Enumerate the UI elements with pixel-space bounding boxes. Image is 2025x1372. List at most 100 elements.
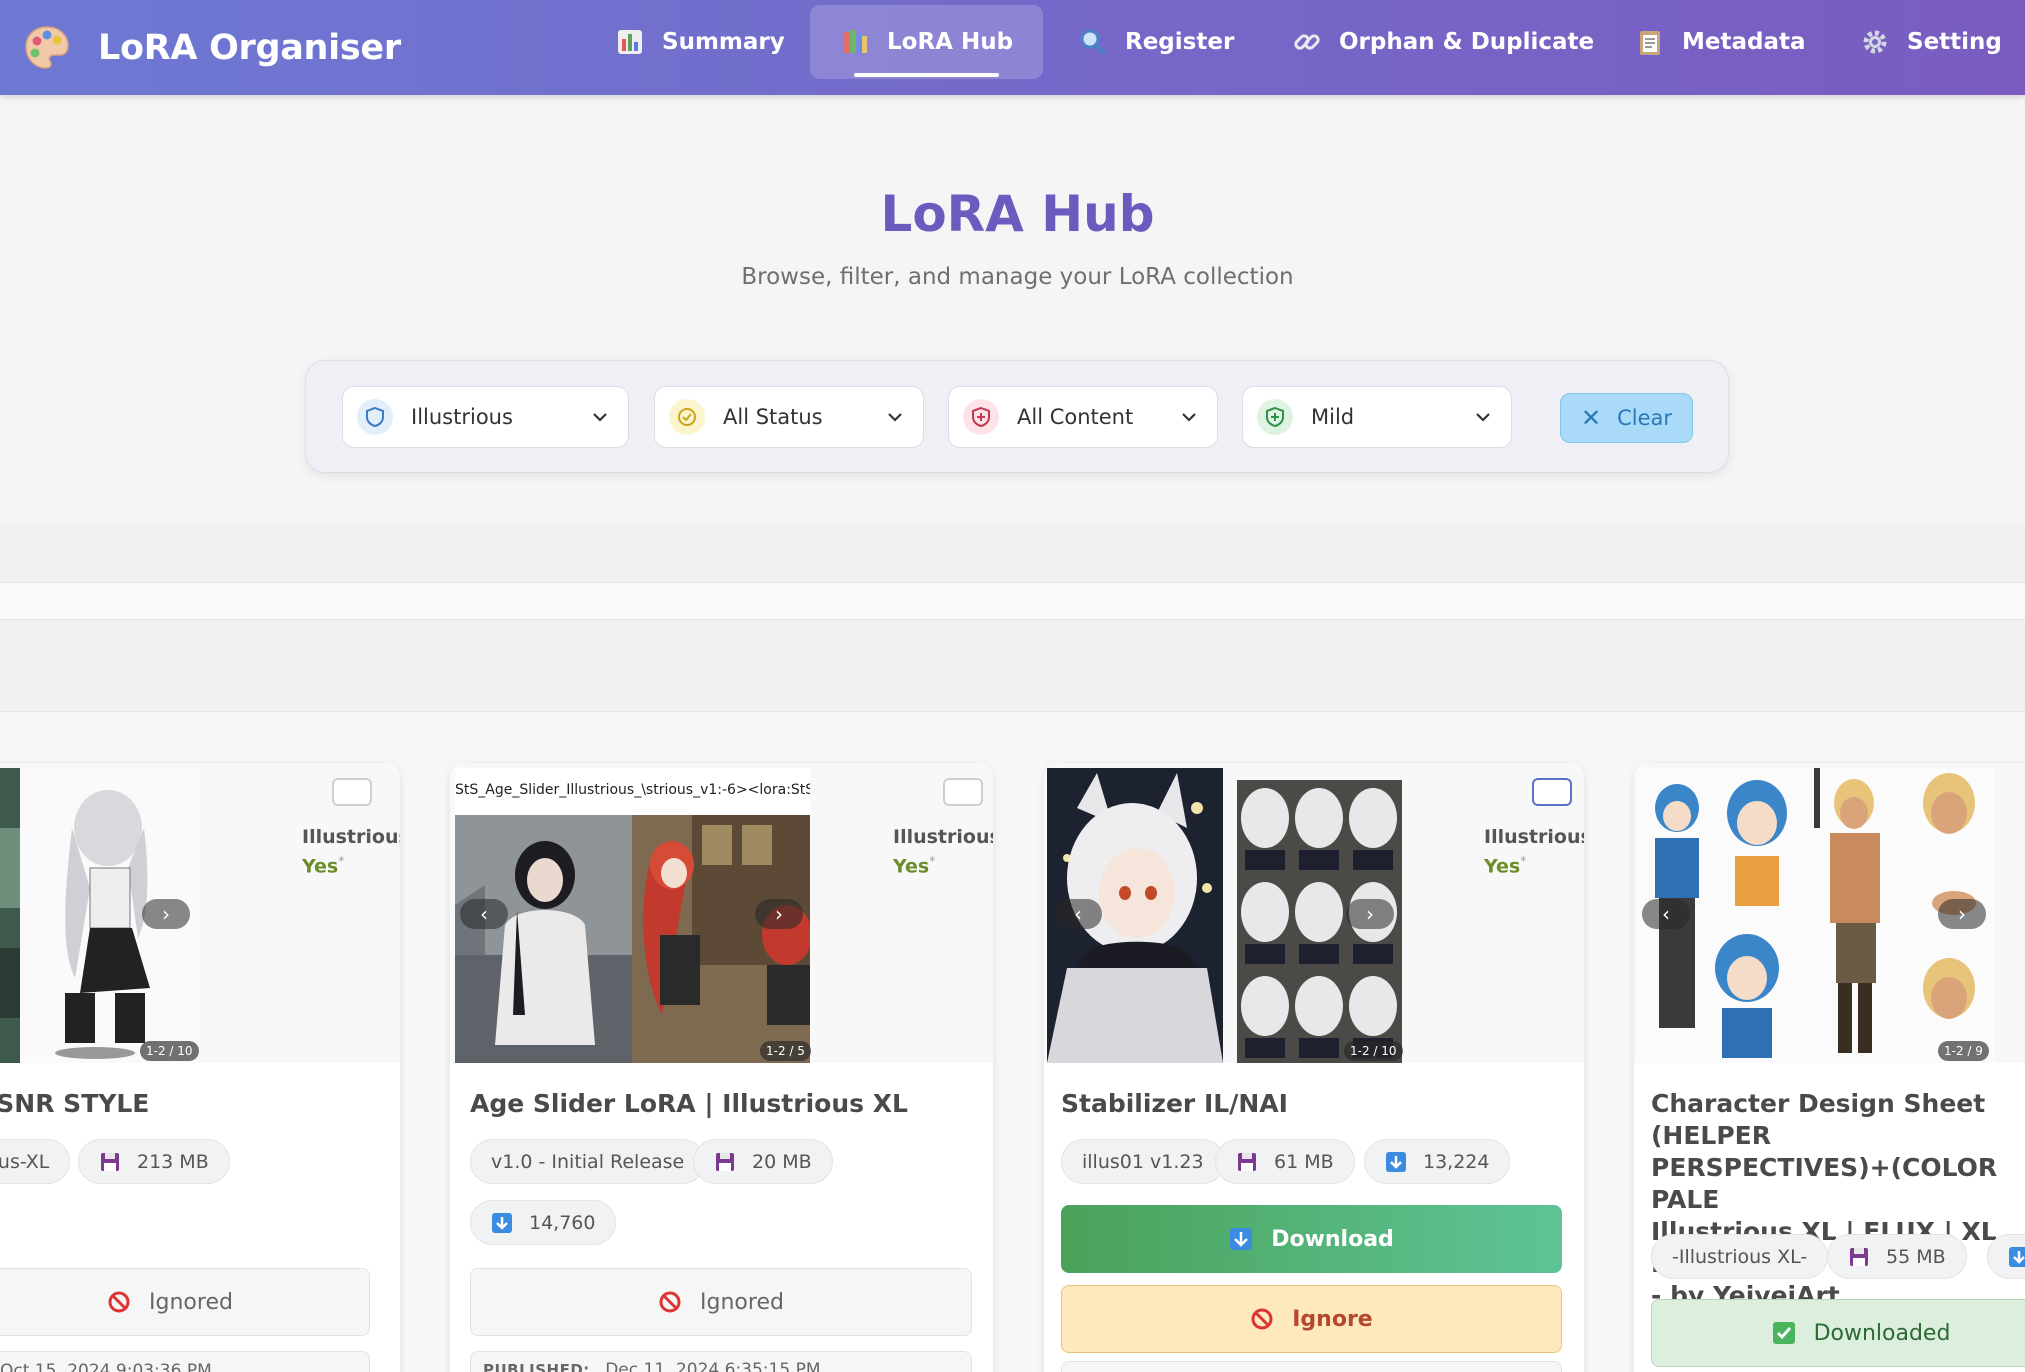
toolbar-row (0, 523, 2025, 583)
image-counter: 1-2 / 10 (140, 1041, 199, 1061)
published-label: PUBLISHED: (483, 1361, 590, 1372)
base-model-value: Illustrious (411, 405, 513, 429)
nav-lora-hub-label: LoRA Hub (887, 29, 1014, 55)
chevron-down-icon (888, 413, 902, 422)
previous-image-button[interactable]: ‹ (460, 899, 508, 929)
image-counter: 1-2 / 9 (1938, 1041, 1989, 1061)
downloads-value: 14,760 (529, 1211, 596, 1234)
clipboard-icon (1640, 31, 1660, 55)
version-pill: ious-XL (0, 1139, 71, 1184)
size-value: 20 MB (752, 1150, 812, 1173)
rating-select[interactable]: Mild (1242, 386, 1512, 448)
status-label: Ignored (149, 1289, 233, 1315)
nav-setting-label: Setting (1907, 29, 2002, 55)
status-value: All Status (723, 405, 823, 429)
base-model-label: Illustrious (893, 826, 993, 848)
app-title: LoRA Organiser (98, 28, 401, 68)
floppy-disk-icon (1238, 1152, 1256, 1171)
base-model-label: Illustrious (1484, 826, 1584, 848)
version-pill: illus01 v1.23 (1061, 1139, 1225, 1184)
downloads-pill: 13,224 (1364, 1139, 1511, 1184)
previous-image-button[interactable]: ‹ (1054, 899, 1102, 929)
size-value: 213 MB (137, 1150, 209, 1173)
download-button[interactable]: Download (1061, 1205, 1562, 1273)
check-box-icon (1772, 1322, 1795, 1344)
size-pill: 61 MB (1215, 1139, 1355, 1184)
nav-register[interactable]: Register (1078, 5, 1234, 79)
compatible-label: Yes* (893, 854, 936, 878)
preview-image[interactable] (0, 768, 20, 1063)
published-row: PUBLISHED: Dec 11, 2024 6:35:15 PM (483, 1360, 820, 1372)
status-downloaded: Downloaded (1651, 1299, 2025, 1367)
nav-summary[interactable]: Summary (615, 5, 785, 79)
lora-card[interactable]: › 1-2 / 10 Illustrious Yes* USNR STYLE i… (0, 763, 400, 1372)
clear-filters-button[interactable]: ✕ Clear (1560, 393, 1693, 443)
lora-card[interactable]: ‹ › 1-2 / 9 Character Design Sheet (HELP… (1634, 763, 2025, 1372)
card-footer (1061, 1361, 1562, 1372)
clear-label: Clear (1617, 406, 1673, 430)
rating-value: Mild (1311, 405, 1355, 429)
floppy-disk-icon (101, 1152, 119, 1171)
ignore-button[interactable]: Ignore (1061, 1285, 1562, 1353)
chevron-down-icon (1476, 413, 1490, 422)
content-value: All Content (1017, 405, 1134, 429)
lora-card[interactable]: StS_Age_Slider_Illustrious_\strious_v1:-… (450, 763, 993, 1372)
downloads-pill (1987, 1234, 2025, 1279)
image-counter: 1-2 / 5 (760, 1041, 811, 1061)
brand[interactable]: LoRA Organiser (22, 24, 401, 72)
base-model-label: Illustrious (302, 826, 400, 848)
download-arrow-icon (492, 1212, 512, 1233)
image-counter: 1-2 / 10 (1344, 1041, 1403, 1061)
link-icon (1294, 34, 1320, 50)
page-title: LoRA Hub (880, 185, 1155, 243)
nav-setting[interactable]: Setting (1860, 5, 2002, 79)
prohibited-icon (1251, 1308, 1273, 1330)
nav-lora-hub[interactable]: LoRA Hub (810, 5, 1044, 79)
nav-metadata[interactable]: Metadata (1635, 5, 1806, 79)
downloads-value: 13,224 (1423, 1150, 1490, 1173)
preview-image[interactable] (632, 815, 810, 1063)
next-image-button[interactable]: › (1346, 899, 1394, 929)
size-value: 61 MB (1274, 1150, 1334, 1173)
download-arrow-icon (1386, 1151, 1406, 1172)
published-date: Dec 11, 2024 6:35:15 PM (605, 1360, 821, 1372)
compatible-label: Yes* (302, 854, 345, 878)
close-icon: ✕ (1580, 404, 1602, 432)
divider-row (0, 583, 2025, 620)
gear-icon (1863, 30, 1887, 54)
top-nav: LoRA Organiser Summary LoRA Hub Register (0, 0, 2025, 95)
lora-card[interactable]: ‹ › 1-2 / 10 Illustrious Yes* Stabilizer… (1044, 763, 1584, 1372)
chevron-down-icon (593, 413, 607, 422)
select-checkbox[interactable] (1532, 778, 1572, 806)
select-checkbox[interactable] (332, 778, 372, 806)
base-model-select[interactable]: Illustrious (342, 386, 629, 448)
books-icon (843, 30, 867, 53)
search-icon (1080, 29, 1106, 55)
previous-image-button[interactable]: ‹ (1642, 899, 1690, 929)
download-arrow-icon (2009, 1246, 2025, 1267)
published-date: Oct 15, 2024 9:03:36 PM (0, 1361, 212, 1372)
downloads-pill: 14,760 (470, 1200, 617, 1245)
nav-orphan-duplicate[interactable]: Orphan & Duplicate (1292, 5, 1594, 79)
chevron-down-icon (1182, 413, 1196, 422)
status-ignored: Ignored (0, 1268, 370, 1336)
card-title: Stabilizer IL/NAI (1061, 1089, 1288, 1118)
version-pill: -Illustrious XL- (1651, 1234, 1829, 1279)
size-value: 55 MB (1886, 1245, 1946, 1268)
next-image-button[interactable]: › (755, 899, 803, 929)
nav-summary-label: Summary (662, 29, 785, 55)
chart-icon (618, 30, 642, 54)
check-circle-icon (669, 399, 705, 435)
next-image-button[interactable]: › (142, 899, 190, 929)
ignore-label: Ignore (1292, 1306, 1373, 1332)
size-pill: 20 MB (693, 1139, 833, 1184)
select-checkbox[interactable] (943, 778, 983, 806)
status-select[interactable]: All Status (654, 386, 924, 448)
shield-plus-icon (1257, 399, 1293, 435)
preview-image[interactable] (455, 815, 632, 1063)
size-pill: 213 MB (78, 1139, 230, 1184)
next-image-button[interactable]: › (1938, 899, 1986, 929)
floppy-disk-icon (716, 1152, 734, 1171)
content-select[interactable]: All Content (948, 386, 1218, 448)
card-title: USNR STYLE (0, 1089, 150, 1118)
